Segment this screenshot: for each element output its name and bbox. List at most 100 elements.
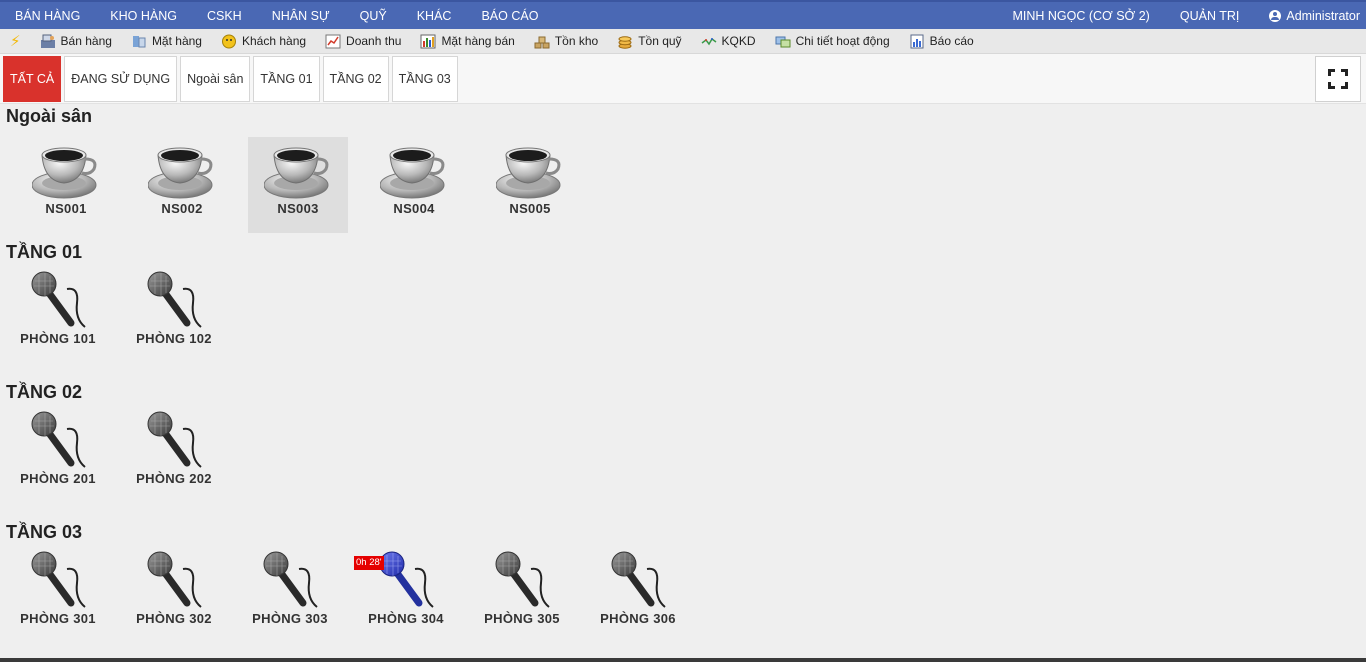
coffee-cup-icon [264,147,329,199]
admin-menu[interactable]: QUẢN TRỊ [1180,9,1240,23]
tab-tat-ca[interactable]: TẤT CẢ [3,55,62,102]
stock-icon [534,36,550,48]
quick-toolbar: ⚡ Bán hàng Mặt hàng Khách hàng Doanh thu… [0,29,1366,54]
room-label: PHÒNG 301 [20,611,96,626]
fullscreen-button[interactable] [1315,56,1361,102]
toolbar-mat-hang[interactable]: Mặt hàng [131,34,202,49]
section-title: TẦNG 03 [6,522,83,542]
toolbar-label: Mặt hàng bán [441,34,515,48]
coffee-cup-icon [32,147,97,199]
menu-khac[interactable]: KHÁC [417,9,452,23]
table-label: NS005 [509,201,551,216]
room-card-303[interactable]: PHÒNG 303 [240,546,340,641]
room-card-102[interactable]: PHÒNG 102 [124,266,224,361]
cashier-icon [40,34,55,48]
toolbar-label: Mặt hàng [151,34,202,48]
table-label: NS001 [45,201,87,216]
tab-dang-su-dung[interactable]: ĐANG SỬ DỤNG [64,55,178,102]
microphone-active-icon [379,551,434,608]
activity-icon [775,36,791,47]
table-card-ns005[interactable]: NS005 [480,137,580,233]
toolbar-chi-tiet-hoat-dong[interactable]: Chi tiết hoạt động [775,34,890,49]
room-label: PHÒNG 303 [252,611,328,626]
user-menu[interactable]: Administrator [1269,9,1360,23]
microphone-icon [147,411,202,468]
room-card-306[interactable]: PHÒNG 306 [588,546,688,641]
microphone-icon [263,551,318,608]
toolbar-label: KQKD [721,34,756,48]
coins-icon [618,35,632,49]
room-card-304-occupied[interactable]: 0h 28' PHÒNG 304 [354,546,456,641]
toolbar-khach-hang[interactable]: Khách hàng [221,34,306,49]
table-label: NS002 [161,201,203,216]
toolbar-label: Tồn quỹ [638,34,682,48]
microphone-icon [31,551,86,608]
tab-ngoai-san[interactable]: Ngoài sân [180,55,251,102]
area-filter-tabs: TẤT CẢ ĐANG SỬ DỤNG Ngoài sân TẦNG 01 TẦ… [0,54,1366,104]
table-label: NS003 [277,201,319,216]
room-card-301[interactable]: PHÒNG 301 [8,546,108,641]
tab-tang-03[interactable]: TẦNG 03 [391,55,458,102]
menu-bao-cao[interactable]: BÁO CÁO [481,9,538,23]
menu-nhan-su[interactable]: NHÂN SỰ [272,9,330,23]
section-title: TẦNG 01 [6,242,83,262]
toolbar-doanh-thu[interactable]: Doanh thu [325,34,401,49]
top-navigation-bar: BÁN HÀNG KHO HÀNG CSKH NHÂN SỰ QUỸ KHÁC … [0,0,1366,29]
room-label: PHÒNG 101 [20,331,96,346]
table-card-ns002[interactable]: NS002 [132,137,232,233]
user-circle-icon [1269,9,1282,22]
section-floor-02: TẦNG 02 PHÒNG 201 PHÒNG 202 [0,381,1366,501]
room-label: PHÒNG 201 [20,471,96,486]
user-name: Administrator [1286,8,1360,23]
menu-quy[interactable]: QUỸ [360,9,387,23]
section-outdoor: Ngoài sân NS001 NS002 NS003 NS004 NS005 [0,105,1366,233]
products-icon [132,35,146,47]
section-title: TẦNG 02 [6,382,83,402]
coffee-cup-icon [148,147,213,199]
microphone-icon [31,271,86,328]
toolbar-mat-hang-ban[interactable]: Mặt hàng bán [420,34,515,49]
toolbar-bao-cao[interactable]: Báo cáo [909,34,974,49]
room-label: PHÒNG 305 [484,611,560,626]
toolbar-ton-quy[interactable]: Tồn quỹ [617,34,682,49]
toolbar-label: Doanh thu [346,34,402,48]
section-floor-01: TẦNG 01 PHÒNG 101 PHÒNG 102 [0,241,1366,361]
room-grid: PHÒNG 201 PHÒNG 202 [0,406,1366,501]
toolbar-ton-kho[interactable]: Tồn kho [534,34,598,49]
toolbar-label: Tồn kho [554,34,599,48]
bottom-bar [0,658,1366,662]
main-menu: BÁN HÀNG KHO HÀNG CSKH NHÂN SỰ QUỸ KHÁC … [15,2,568,29]
store-selector[interactable]: MINH NGỌC (CƠ SỞ 2) [1012,9,1149,23]
toolbar-kqkd[interactable]: KQKD [701,34,756,49]
tab-tang-01[interactable]: TẦNG 01 [253,55,320,102]
quick-action-lightning[interactable]: ⚡ [10,34,21,49]
table-grid: NS001 NS002 NS003 NS004 NS005 [0,137,1366,233]
microphone-icon [495,551,550,608]
toolbar-label: Bán hàng [60,34,112,48]
coffee-cup-icon [380,147,445,199]
table-card-ns001[interactable]: NS001 [16,137,116,233]
microphone-icon [147,271,202,328]
room-card-305[interactable]: PHÒNG 305 [472,546,572,641]
room-card-101[interactable]: PHÒNG 101 [8,266,108,361]
table-card-ns004[interactable]: NS004 [364,137,464,233]
menu-kho-hang[interactable]: KHO HÀNG [110,9,177,23]
tab-tang-02[interactable]: TẦNG 02 [322,55,389,102]
account-menu: MINH NGỌC (CƠ SỞ 2) QUẢN TRỊ Administrat… [982,2,1360,29]
toolbar-ban-hang[interactable]: Bán hàng [40,34,112,49]
table-card-ns003[interactable]: NS003 [248,137,348,233]
toolbar-label: Báo cáo [929,34,974,48]
bar-chart-icon [420,34,436,48]
room-grid: PHÒNG 301 PHÒNG 302 PHÒNG 303 0h 28' PHÒ… [0,546,1366,641]
menu-ban-hang[interactable]: BÁN HÀNG [15,9,80,23]
room-label: PHÒNG 302 [136,611,212,626]
room-card-202[interactable]: PHÒNG 202 [124,406,224,501]
room-label: PHÒNG 304 [368,611,444,626]
room-card-201[interactable]: PHÒNG 201 [8,406,108,501]
menu-cskh[interactable]: CSKH [207,9,242,23]
section-floor-03: TẦNG 03 PHÒNG 301 PHÒNG 302 PHÒNG 303 0h… [0,521,1366,641]
microphone-icon [147,551,202,608]
trend-icon [701,37,716,45]
room-label: PHÒNG 306 [600,611,676,626]
room-card-302[interactable]: PHÒNG 302 [124,546,224,641]
